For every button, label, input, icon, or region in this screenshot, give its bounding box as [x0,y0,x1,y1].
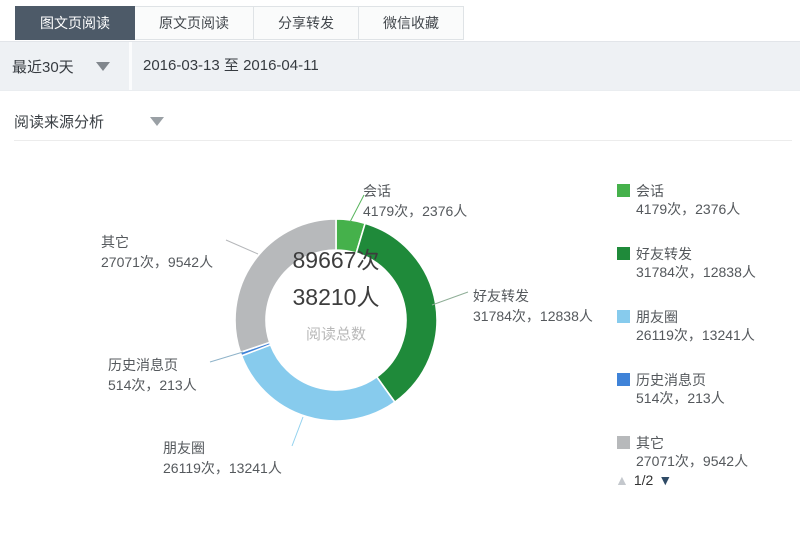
legend-label: 会话 [636,182,740,200]
legend-value: 514次，213人 [636,389,725,407]
tab-bar: 图文页阅读 原文页阅读 分享转发 微信收藏 [15,6,464,40]
label-leader-line-0 [350,195,364,222]
callout-value: 4179次，2376人 [363,201,467,221]
legend-swatch-icon [617,310,630,323]
legend-item-4: 其它27071次，9542人 [617,434,748,470]
callout-label: 好友转发 [473,286,593,306]
label-leader-line-2 [292,417,303,446]
callout-value: 514次，213人 [108,375,197,395]
legend-value: 27071次，9542人 [636,452,748,470]
segment-callout-0: 会话4179次，2376人 [363,181,467,221]
tab-share-forward[interactable]: 分享转发 [253,6,359,40]
page-down-icon[interactable]: ▼ [658,472,672,488]
page-up-icon[interactable]: ▲ [615,472,629,488]
legend-value: 31784次，12838人 [636,263,756,281]
total-caption: 阅读总数 [226,323,446,344]
tab-article-page-reads[interactable]: 图文页阅读 [15,6,135,40]
segment-callout-2: 朋友圈26119次，13241人 [163,438,282,478]
page-indicator: 1/2 [634,472,653,488]
total-reads: 89667次 [226,242,446,279]
segment-callout-1: 好友转发31784次，12838人 [473,286,593,326]
legend-item-2: 朋友圈26119次，13241人 [617,308,755,344]
callout-label: 会话 [363,181,467,201]
legend-swatch-icon [617,184,630,197]
donut-segment-2[interactable] [242,345,395,421]
legend-item-0: 会话4179次，2376人 [617,182,740,218]
legend-item-1: 好友转发31784次，12838人 [617,245,756,281]
legend-swatch-icon [617,436,630,449]
legend-value: 26119次，13241人 [636,326,755,344]
callout-label: 其它 [101,232,213,252]
legend-value: 4179次，2376人 [636,200,740,218]
legend-label: 朋友圈 [636,308,755,326]
callout-value: 31784次，12838人 [473,306,593,326]
chart-center-total: 89667次 38210人 阅读总数 [226,242,446,344]
legend-pagination: ▲ 1/2 ▼ [615,472,672,488]
total-readers: 38210人 [226,279,446,316]
segment-callout-3: 历史消息页514次，213人 [108,355,197,395]
legend-label: 历史消息页 [636,371,725,389]
label-leader-line-3 [210,352,243,362]
legend-swatch-icon [617,247,630,260]
segment-callout-4: 其它27071次，9542人 [101,232,213,272]
callout-value: 27071次，9542人 [101,252,213,272]
callout-label: 朋友圈 [163,438,282,458]
callout-label: 历史消息页 [108,355,197,375]
tab-wechat-favorites[interactable]: 微信收藏 [358,6,464,40]
legend-item-3: 历史消息页514次，213人 [617,371,725,407]
tab-original-page-reads[interactable]: 原文页阅读 [134,6,254,40]
legend-label: 好友转发 [636,245,756,263]
wechat-analytics-page: 图文页阅读 原文页阅读 分享转发 微信收藏 最近30天 2016-03-13 至… [0,0,800,533]
legend-label: 其它 [636,434,748,452]
callout-value: 26119次，13241人 [163,458,282,478]
legend-swatch-icon [617,373,630,386]
